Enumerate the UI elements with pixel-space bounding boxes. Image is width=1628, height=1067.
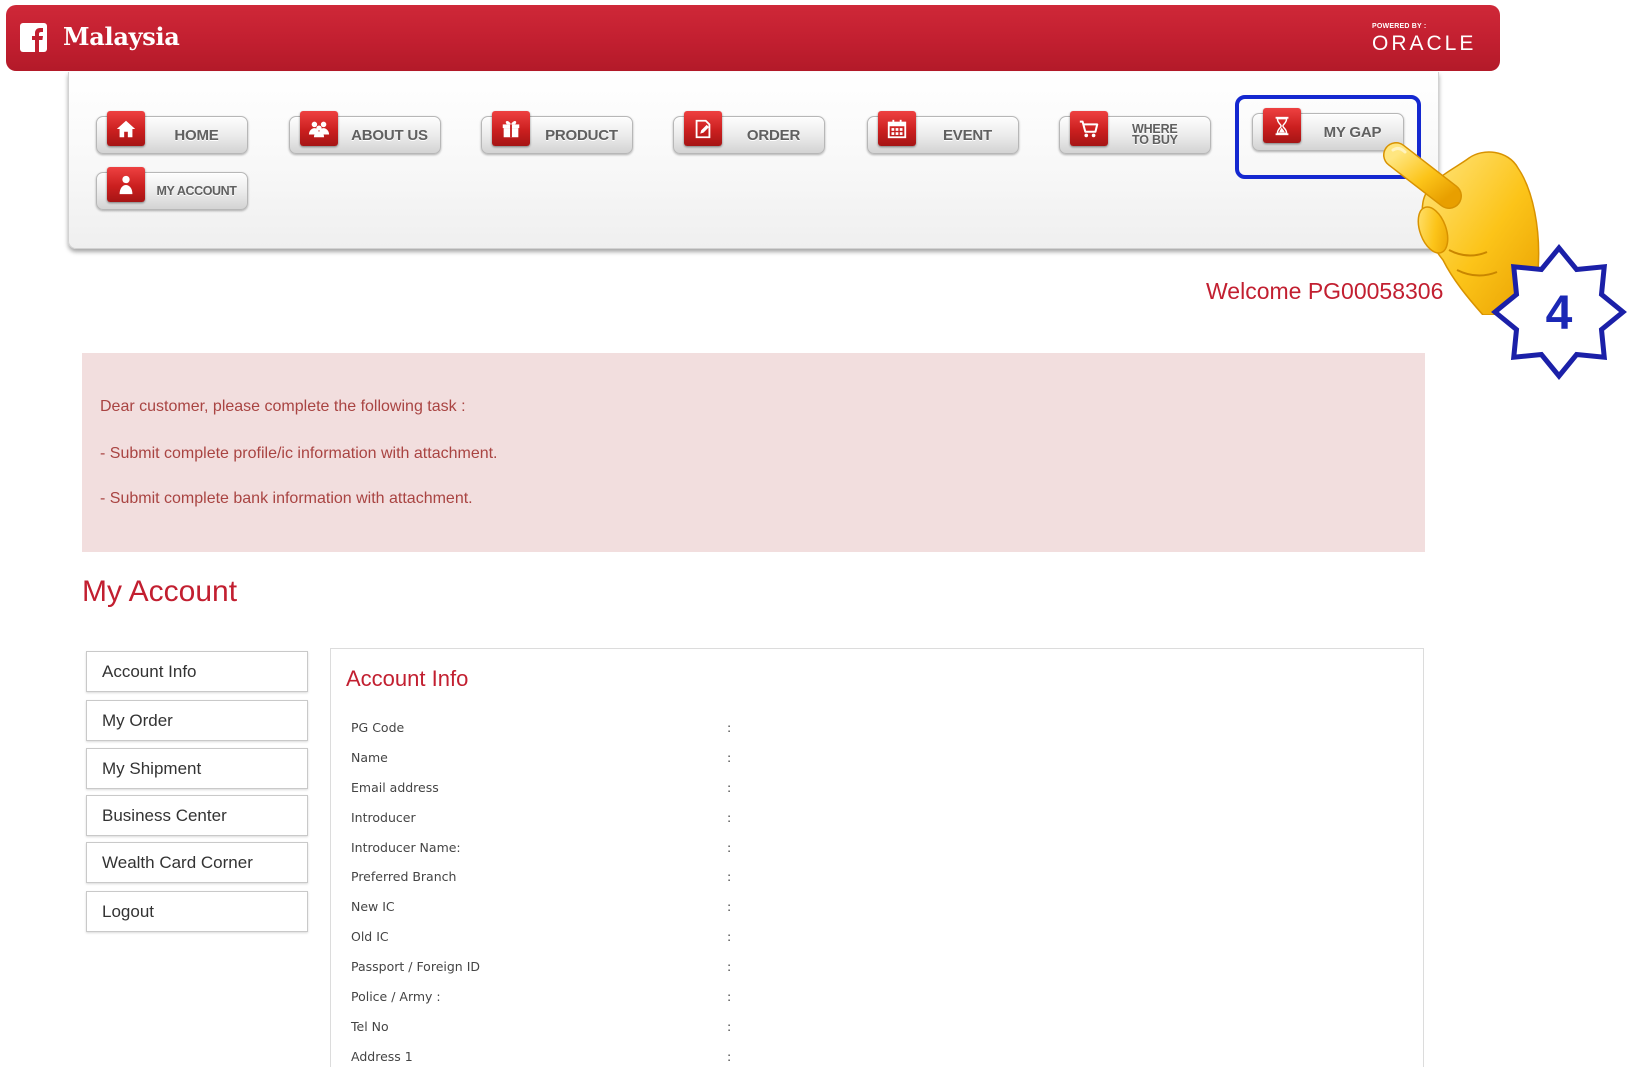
field-label: Passport / Foreign ID [351, 959, 481, 975]
field-label: New IC [351, 899, 395, 915]
field-separator: : [727, 720, 732, 735]
step-number: 4 [1546, 287, 1573, 340]
field-row: Introducer: [351, 803, 1351, 833]
page-title: My Account [82, 575, 238, 608]
nav-where-to-buy-button[interactable]: WHERE TO BUY [1059, 111, 1211, 155]
sidebar-item-logout[interactable]: Logout [86, 891, 308, 932]
field-separator: : [727, 749, 732, 765]
field-separator: : [727, 929, 732, 945]
main-navigation: HOME ABOUT US PRODUCT ORDER EVENT WHERE … [68, 72, 1439, 249]
account-fields: PG Code: Name: Email address: Introducer… [351, 713, 1351, 1067]
home-icon [107, 111, 145, 146]
sidebar-item-my-order[interactable]: My Order [86, 700, 308, 741]
oracle-logo: POWERED BY : ORACLE [1372, 23, 1490, 59]
calendar-icon [878, 111, 916, 146]
nav-my-account-button[interactable]: MY ACCOUNT [96, 167, 248, 211]
field-label: Introducer [351, 809, 416, 825]
field-label: Tel No [351, 1018, 389, 1034]
nav-home-label: HOME [174, 126, 219, 144]
notice-task: - Submit complete bank information with … [100, 490, 473, 507]
edit-document-icon [684, 111, 722, 146]
field-row: Email address: [351, 773, 1351, 803]
gift-icon [492, 111, 530, 146]
field-label: Introducer Name: [351, 839, 461, 855]
field-row: Introducer Name:: [351, 833, 1351, 863]
field-label: Preferred Branch [351, 869, 457, 885]
field-row: Police / Army :: [351, 982, 1351, 1012]
notice-intro: Dear customer, please complete the follo… [100, 398, 466, 415]
field-row: Old IC: [351, 922, 1351, 952]
account-info-panel: Account Info PG Code: Name: Email addres… [330, 648, 1424, 1067]
notice-task: - Submit complete profile/ic information… [100, 445, 498, 462]
nav-about-us-button[interactable]: ABOUT US [289, 111, 441, 155]
oracle-wordmark: ORACLE [1372, 32, 1477, 55]
nav-home-button[interactable]: HOME [96, 111, 248, 155]
nav-event-button[interactable]: EVENT [867, 111, 1019, 155]
field-row: Tel No: [351, 1012, 1351, 1042]
field-separator: : [727, 959, 732, 975]
nav-about-us-label: ABOUT US [351, 126, 428, 144]
field-row: Name: [351, 743, 1351, 773]
task-notice-box: Dear customer, please complete the follo… [82, 353, 1425, 552]
field-label: PG Code [351, 720, 405, 735]
field-row: New IC: [351, 892, 1351, 922]
field-separator: : [727, 779, 732, 795]
nav-my-account-label: MY ACCOUNT [156, 184, 237, 198]
field-label: Old IC [351, 929, 389, 945]
field-separator: : [727, 1048, 732, 1064]
nav-where-to-buy-line-2: TO BUY [1132, 133, 1178, 147]
field-row: Address 1: [351, 1042, 1351, 1067]
field-label: Address 1 [351, 1048, 413, 1064]
user-icon [107, 167, 145, 202]
top-header-bar: Malaysia POWERED BY : ORACLE [6, 5, 1500, 71]
sidebar-item-my-shipment[interactable]: My Shipment [86, 748, 308, 789]
sidebar-item-wealth-card-corner[interactable]: Wealth Card Corner [86, 842, 308, 883]
sidebar-item-account-info[interactable]: Account Info [86, 651, 308, 692]
panel-title: Account Info [346, 666, 469, 691]
nav-where-to-buy-label: WHERE TO BUY [1108, 116, 1211, 154]
field-row: PG Code: [351, 713, 1351, 743]
field-separator: : [727, 1018, 732, 1034]
field-label: Name [351, 749, 388, 765]
field-separator: : [727, 899, 732, 915]
nav-product-button[interactable]: PRODUCT [481, 111, 633, 155]
nav-order-button[interactable]: ORDER [673, 111, 825, 155]
step-badge: 4 [1491, 244, 1627, 380]
site-title: Malaysia [63, 22, 180, 51]
nav-event-label: EVENT [942, 126, 992, 144]
nav-product-label: PRODUCT [545, 126, 618, 144]
field-label: Email address [351, 779, 439, 795]
facebook-icon[interactable] [20, 23, 47, 52]
users-icon [300, 111, 338, 146]
cart-icon [1070, 111, 1108, 146]
field-row: Preferred Branch: [351, 862, 1351, 892]
field-separator: : [727, 869, 732, 885]
field-separator: : [727, 839, 732, 855]
field-separator: : [727, 809, 732, 825]
field-separator: : [727, 989, 732, 1005]
nav-order-label: ORDER [746, 126, 801, 144]
powered-by-label: POWERED BY : [1372, 23, 1427, 30]
field-row: Passport / Foreign ID: [351, 952, 1351, 982]
field-label: Police / Army : [351, 989, 441, 1005]
sidebar-item-business-center[interactable]: Business Center [86, 795, 308, 836]
